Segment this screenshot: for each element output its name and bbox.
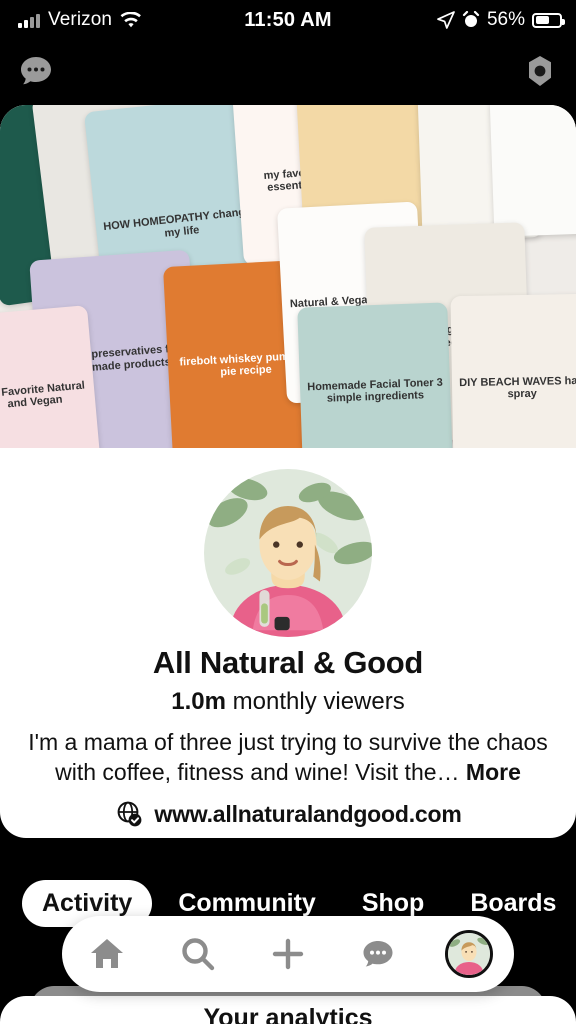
profile-avatar[interactable] xyxy=(198,463,378,643)
nav-profile-button[interactable] xyxy=(440,925,498,983)
bottom-navigation-bar xyxy=(62,916,514,992)
collage-pin xyxy=(489,105,576,237)
collage-pin-caption: HOW HOMEOPATHY changed my life xyxy=(102,205,259,240)
nav-messages-button[interactable] xyxy=(349,925,407,983)
battery-percent: 56% xyxy=(486,9,525,30)
profile-avatar-icon xyxy=(444,930,493,978)
nav-home-button[interactable] xyxy=(78,925,136,983)
avatar-image xyxy=(204,469,372,637)
profile-card: HOW HOMEOPATHY changed my life my favorit… xyxy=(0,105,576,838)
alarm-clock-icon xyxy=(462,11,480,27)
top-navigation-bar xyxy=(0,40,576,102)
collage-pin-caption: My Favorite Natural and Vegan xyxy=(0,379,86,411)
battery-icon xyxy=(532,12,565,28)
page-title: All Natural & Good xyxy=(152,645,424,680)
viewers-count: 1.0m xyxy=(171,688,226,715)
nav-create-button[interactable] xyxy=(259,925,317,983)
collage-pin: DIY BEACH WAVES hair spray xyxy=(450,293,576,448)
verified-globe-icon xyxy=(117,801,142,827)
chat-bubble-icon xyxy=(21,57,51,85)
monthly-viewers: 1.0m monthly viewers xyxy=(0,688,576,716)
analytics-sheet-title: Your analytics xyxy=(203,1004,373,1024)
viewers-label: monthly viewers xyxy=(232,688,405,715)
location-arrow-icon xyxy=(437,11,455,29)
profile-bio[interactable]: I'm a mama of three just trying to survi… xyxy=(22,727,554,788)
status-bar: Verizon 11:50 AM 56% xyxy=(0,0,576,40)
plus-icon xyxy=(272,938,304,970)
collage-pin: My Favorite Natural and Vegan xyxy=(0,305,101,448)
settings-gear-icon xyxy=(529,56,551,86)
collage-pin-caption: DIY BEACH WAVES hair spray xyxy=(459,374,576,401)
profile-cover-collage[interactable]: HOW HOMEOPATHY changed my life my favorit… xyxy=(0,105,576,448)
nav-search-button[interactable] xyxy=(169,925,227,983)
messages-button[interactable] xyxy=(14,49,58,93)
home-icon xyxy=(91,939,124,968)
settings-button[interactable] xyxy=(518,49,562,93)
collage-pin-caption: Homemade Facial Toner 3 simple ingredien… xyxy=(307,376,443,405)
chat-bubble-icon xyxy=(363,941,393,967)
search-icon xyxy=(181,938,214,971)
status-bar-right: 56% xyxy=(437,9,565,31)
website-row[interactable]: www.allnaturalandgood.com xyxy=(0,799,576,829)
website-link[interactable]: www.allnaturalandgood.com xyxy=(154,801,461,828)
collage-pin: Homemade Facial Toner 3 simple ingredien… xyxy=(297,302,453,448)
phone-screen: Verizon 11:50 AM 56% HOW HOMEOPATHY chan… xyxy=(0,0,576,1024)
bio-more-link[interactable]: More xyxy=(466,759,521,785)
